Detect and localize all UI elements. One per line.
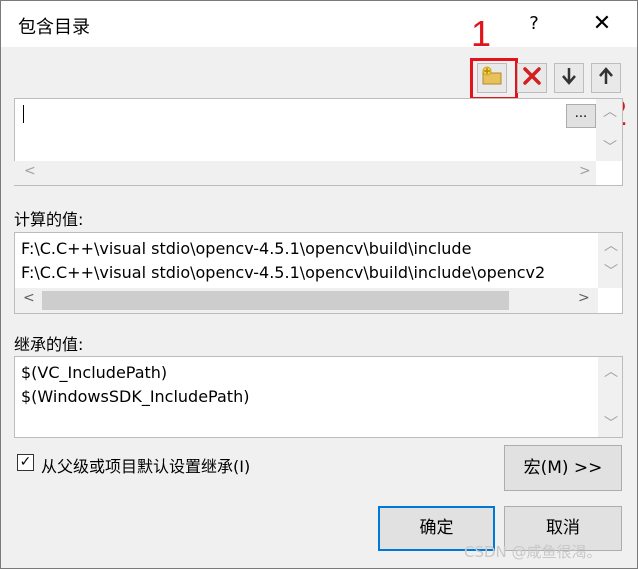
title-bar: 包含目录 ? ✕ xyxy=(1,1,637,47)
watermark: CSDN @咸鱼很渴。 xyxy=(464,543,602,561)
delete-line-button[interactable] xyxy=(517,63,547,93)
macros-button[interactable]: 宏(M) >> xyxy=(504,445,622,491)
chevron-left-icon: < xyxy=(23,290,35,306)
inherited-vertical-scrollbar[interactable]: ︿ ﹀ xyxy=(598,357,622,437)
delete-icon xyxy=(522,66,542,90)
chevron-up-icon: ︿ xyxy=(603,104,617,120)
chevron-down-icon: ﹀ xyxy=(603,140,617,156)
move-down-icon xyxy=(559,66,579,90)
close-button[interactable]: ✕ xyxy=(587,9,617,39)
chevron-right-icon: > xyxy=(578,290,590,306)
move-up-icon xyxy=(596,66,616,90)
inherited-values-label: 继承的值: xyxy=(14,335,84,354)
help-button[interactable]: ? xyxy=(521,11,547,37)
horizontal-scroll-thumb[interactable] xyxy=(42,291,509,310)
browse-folder-button[interactable]: ... xyxy=(566,104,596,128)
evaluated-values-list: F:\C.C++\visual stdio\opencv-4.5.1\openc… xyxy=(14,232,623,314)
chevron-down-icon: ﹀ xyxy=(604,416,618,432)
chevron-down-icon: ﹀ xyxy=(604,264,618,280)
evaluated-value-line: F:\C.C++\visual stdio\opencv-4.5.1\openc… xyxy=(21,263,546,282)
editor-horizontal-scrollbar[interactable]: < > xyxy=(14,161,596,185)
chevron-up-icon: ︿ xyxy=(604,364,618,380)
new-folder-icon xyxy=(481,66,503,90)
move-down-button[interactable] xyxy=(554,63,584,93)
inherit-checkbox[interactable]: ✓ xyxy=(17,454,34,471)
dialog-title: 包含目录 xyxy=(18,17,90,38)
chevron-right-icon: > xyxy=(579,163,591,179)
move-up-button[interactable] xyxy=(591,63,621,93)
inherit-checkbox-label[interactable]: 从父级或项目默认设置继承(I) xyxy=(41,453,250,477)
text-caret xyxy=(23,105,24,123)
evaluated-horizontal-scrollbar[interactable]: < > xyxy=(15,288,598,313)
evaluated-value-line: F:\C.C++\visual stdio\opencv-4.5.1\openc… xyxy=(21,239,472,258)
inherited-values-list: $(VC_IncludePath) $(WindowsSDK_IncludePa… xyxy=(14,356,623,438)
inherited-value-line: $(VC_IncludePath) xyxy=(21,363,168,382)
chevron-left-icon: < xyxy=(24,163,36,179)
include-directories-dialog: 包含目录 ? ✕ 1 2 xyxy=(0,0,638,569)
annotation-number-1: 1 xyxy=(471,13,492,54)
editor-vertical-scrollbar[interactable]: ︿ ﹀ xyxy=(596,99,622,161)
evaluated-values-label: 计算的值: xyxy=(14,210,84,229)
evaluated-vertical-scrollbar[interactable]: ︿ ﹀ xyxy=(598,233,622,288)
chevron-up-icon: ︿ xyxy=(604,238,618,254)
inherited-value-line: $(WindowsSDK_IncludePath) xyxy=(21,387,250,406)
new-line-button[interactable] xyxy=(477,63,507,93)
